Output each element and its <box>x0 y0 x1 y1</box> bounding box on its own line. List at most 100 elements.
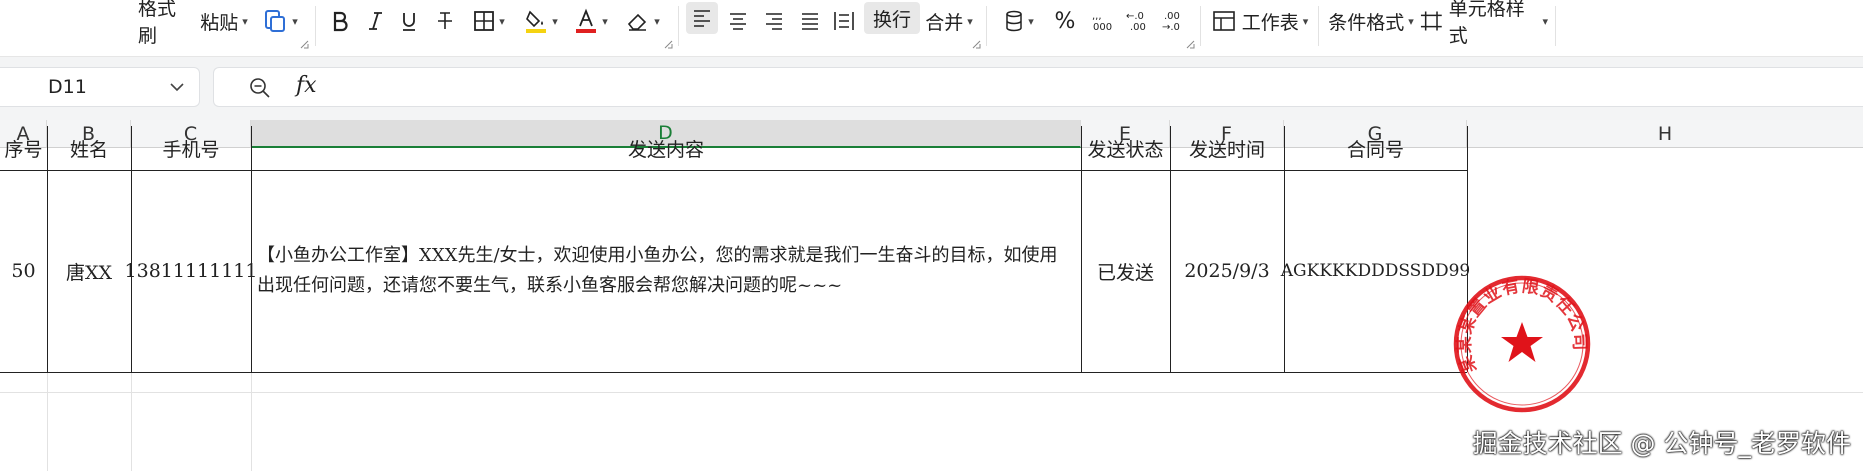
header-cell-phone[interactable]: 手机号 <box>131 126 251 170</box>
justify-icon <box>802 13 818 30</box>
worksheet-button[interactable]: 工作表 ▾ <box>1210 0 1310 42</box>
divider <box>986 6 987 46</box>
chevron-down-icon: ▾ <box>552 14 558 28</box>
table-border <box>0 170 1467 171</box>
clipboard-icon <box>265 10 286 32</box>
dialog-launcher-icon[interactable] <box>1186 40 1195 49</box>
percent-label: % <box>1054 8 1076 34</box>
justify-button[interactable] <box>796 0 824 42</box>
table-border <box>251 126 252 372</box>
strikethrough-icon <box>438 12 452 29</box>
gridline <box>47 373 48 471</box>
italic-button[interactable] <box>362 0 388 42</box>
chevron-down-icon: ▾ <box>292 14 298 28</box>
table-border <box>47 126 48 372</box>
chevron-down-icon[interactable] <box>169 77 185 97</box>
distribute-icon <box>834 12 854 30</box>
thousands-separator-button[interactable]: ,,, 000 <box>1088 0 1116 42</box>
percent-button[interactable]: % <box>1050 0 1080 42</box>
borders-button[interactable]: ▾ <box>468 0 510 42</box>
align-right-button[interactable] <box>760 0 788 42</box>
header-cell-seq[interactable]: 序号 <box>0 126 47 170</box>
header-cell-name[interactable]: 姓名 <box>47 126 131 170</box>
dialog-launcher-icon[interactable] <box>300 40 309 49</box>
header-cell-time[interactable]: 发送时间 <box>1170 126 1284 170</box>
company-seal-stamp: 某某某置业有限责任公司 <box>1453 275 1591 413</box>
format-painter-label: 格式刷 <box>138 0 177 47</box>
merge-label: 合并 <box>925 11 964 34</box>
font-color-button[interactable]: ▾ <box>570 0 612 42</box>
cell-contract[interactable]: AGKKKKDDDSSDD99 <box>1281 170 1470 372</box>
increase-decimal-icon: ←.0.00 <box>1126 11 1146 32</box>
name-box[interactable]: D11 <box>0 67 200 107</box>
align-left-icon <box>694 10 710 27</box>
svg-text:,,,: ,,, <box>1092 11 1102 22</box>
svg-text:000: 000 <box>1093 22 1112 32</box>
bold-icon <box>333 11 348 32</box>
paint-bucket-icon <box>526 10 547 33</box>
wrap-text-label: 换行 <box>872 8 911 31</box>
cell-style-button[interactable]: 单元格样式 ▾ <box>1420 0 1548 47</box>
increase-decimal-button[interactable]: ←.0.00 <box>1124 0 1152 42</box>
cell-name[interactable]: 唐XX <box>47 170 131 372</box>
decrease-decimal-button[interactable]: .00 →.0 <box>1160 0 1188 42</box>
zoom-out-icon[interactable] <box>248 76 272 100</box>
chevron-down-icon: ▾ <box>1408 14 1414 28</box>
paste-button[interactable]: 粘贴 ▾ <box>198 0 250 42</box>
svg-text:←.0: ←.0 <box>1126 11 1144 22</box>
chevron-down-icon: ▾ <box>1542 14 1548 28</box>
decrease-decimal-icon: .00→.0 <box>1162 11 1180 32</box>
wrap-text-button[interactable]: 换行 <box>864 2 920 34</box>
chevron-down-icon: ▾ <box>242 14 248 28</box>
eraser-icon <box>628 13 647 31</box>
formula-input[interactable]: fx <box>213 67 1863 107</box>
function-fx-icon[interactable]: fx <box>296 73 317 98</box>
name-box-value: D11 <box>48 76 87 98</box>
fill-color-button[interactable]: ▾ <box>520 0 562 42</box>
dialog-launcher-icon[interactable] <box>664 40 673 49</box>
align-center-button[interactable] <box>724 0 752 42</box>
distribute-button[interactable] <box>830 0 858 42</box>
header-cell-content[interactable]: 发送内容 <box>251 126 1081 170</box>
chevron-down-icon: ▾ <box>499 14 505 28</box>
underline-icon <box>403 13 415 31</box>
conditional-format-button[interactable]: 条件格式 ▾ <box>1328 0 1414 42</box>
table-border <box>1284 126 1285 372</box>
column-header-h[interactable]: H <box>1467 120 1863 148</box>
table-border <box>131 126 132 372</box>
clear-format-button[interactable]: ▾ <box>622 0 664 42</box>
conditional-format-label: 条件格式 <box>1328 11 1405 34</box>
formula-bar: D11 fx <box>0 57 1863 120</box>
chevron-down-icon: ▾ <box>654 14 660 28</box>
chevron-down-icon: ▾ <box>1028 14 1034 28</box>
merge-button[interactable]: 合并 ▾ <box>924 0 974 42</box>
align-right-icon <box>766 13 782 30</box>
italic-icon <box>369 12 382 30</box>
divider <box>1200 6 1201 46</box>
thousands-separator-icon: ,,,000 <box>1092 11 1112 32</box>
cell-status[interactable]: 已发送 <box>1081 170 1170 372</box>
number-format-button[interactable]: ▾ <box>998 0 1040 42</box>
table-border <box>1081 126 1082 372</box>
bold-button[interactable] <box>326 0 354 42</box>
paste-label: 粘贴 <box>200 11 239 34</box>
cell-time[interactable]: 2025/9/3 <box>1170 170 1284 372</box>
divider <box>1555 6 1556 46</box>
paste-options-button[interactable]: ▾ <box>258 0 302 42</box>
cell-seq[interactable]: 50 <box>0 170 47 372</box>
underline-button[interactable] <box>396 0 422 42</box>
gridline <box>251 373 252 471</box>
dialog-launcher-icon[interactable] <box>972 40 981 49</box>
table-border <box>0 372 1467 373</box>
header-cell-status[interactable]: 发送状态 <box>1081 126 1170 170</box>
cell-content[interactable]: 【小鱼办公工作室】XXX先生/女士，欢迎使用小鱼办公，您的需求就是我们一生奋斗的… <box>251 170 1081 372</box>
format-painter-button[interactable]: 格式刷 <box>138 0 194 47</box>
ribbon-toolbar: 格式刷 粘贴 ▾ ▾ ▾ ▾ ▾ ▾ 换行 合并 ▾ ▾ % ,,, 000 ←… <box>0 0 1863 57</box>
chevron-down-icon: ▾ <box>1302 14 1309 28</box>
align-left-button[interactable] <box>686 2 718 34</box>
table-border <box>1170 126 1171 372</box>
cell-phone[interactable]: 13811111111 <box>125 170 258 372</box>
worksheet-icon <box>1212 11 1235 31</box>
header-cell-contract[interactable]: 合同号 <box>1284 126 1467 170</box>
strikethrough-button[interactable] <box>432 0 458 42</box>
